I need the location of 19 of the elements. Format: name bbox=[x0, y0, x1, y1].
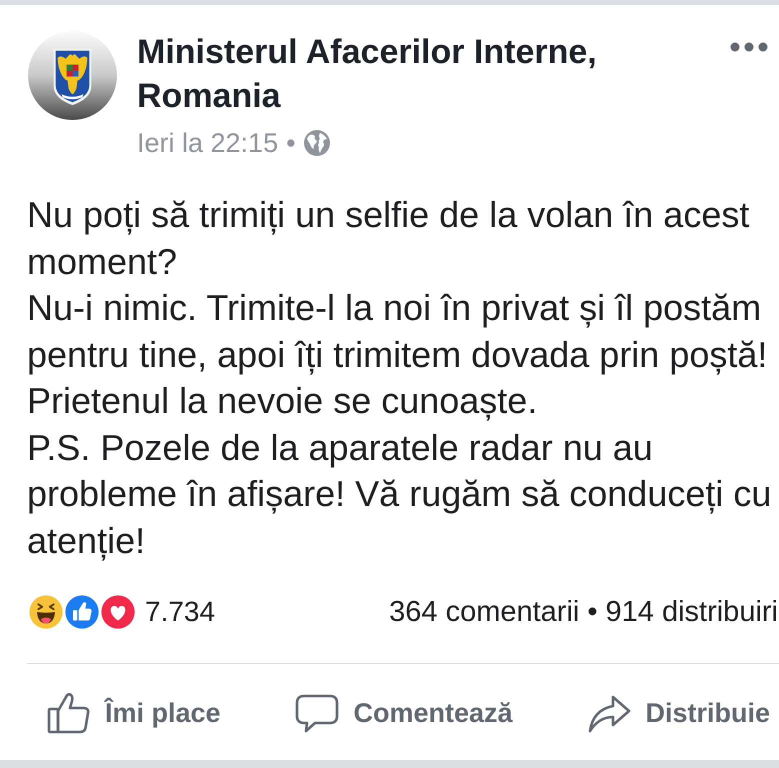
separator-dot: • bbox=[587, 596, 598, 628]
thumbs-up-icon[interactable] bbox=[63, 593, 101, 631]
laughing-face-icon[interactable] bbox=[27, 593, 65, 631]
share-button[interactable]: Distribuie bbox=[587, 691, 770, 735]
post-text: Prietenul la nevoie se cunoaște. bbox=[27, 379, 538, 423]
globe-icon bbox=[304, 130, 330, 156]
count-link[interactable]: 364 comentarii bbox=[389, 596, 580, 628]
reaction-count[interactable]: 7.734 bbox=[145, 596, 216, 628]
page-name-link[interactable]: Ministerul Afacerilor Interne, Romania bbox=[137, 30, 637, 118]
thumbs-up-icon bbox=[47, 691, 91, 735]
post-text: P.S. Pozele de la aparatele radar nu au probleme în afișare! Vă rugăm să conduceți cu atenție! bbox=[27, 426, 772, 563]
like-button[interactable]: Îmi place bbox=[47, 691, 221, 735]
comment-button[interactable]: Comentează bbox=[295, 691, 513, 735]
post-text: Nu-i nimic. Trimite-l la noi în privat și îl postăm pentru tine, apoi îți trimitem dovada prin poștă! bbox=[27, 286, 768, 377]
post-text: Nu poți să trimiți un selfie de la volan în acest moment? bbox=[27, 193, 750, 284]
count-link[interactable]: 914 distribuiri bbox=[606, 596, 778, 628]
shield-emblem-icon[interactable] bbox=[28, 31, 117, 120]
more-icon[interactable] bbox=[730, 42, 768, 52]
separator-dot: • bbox=[286, 127, 296, 159]
